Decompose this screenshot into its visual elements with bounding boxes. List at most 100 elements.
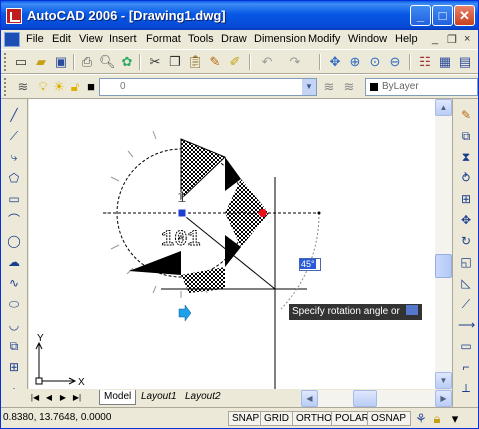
- move-icon[interactable]: ✥: [458, 212, 474, 228]
- tab-last-icon[interactable]: ▶|: [71, 391, 83, 404]
- scroll-right-icon[interactable]: ▶: [435, 390, 452, 407]
- vertical-scrollbar[interactable]: ▲ ▼: [435, 99, 452, 389]
- publish-icon[interactable]: ✿: [119, 54, 135, 70]
- menu-tools[interactable]: Tools: [188, 33, 214, 45]
- autocad-app-icon[interactable]: [6, 8, 22, 24]
- menu-edit[interactable]: Edit: [52, 33, 71, 45]
- title-bar[interactable]: AutoCAD 2006 - [Drawing1.dwg] _ □ ✕: [1, 1, 478, 30]
- offset-icon[interactable]: ⥁: [458, 170, 474, 186]
- save-icon[interactable]: ▣: [53, 54, 69, 70]
- stretch-icon[interactable]: ◺: [458, 275, 474, 291]
- doc-close-button[interactable]: ×: [464, 33, 470, 45]
- menu-view[interactable]: View: [79, 33, 103, 45]
- communication-center-icon[interactable]: ⚘: [413, 411, 429, 427]
- layer-dropdown[interactable]: 0 ▼: [99, 78, 317, 96]
- tab-layout1[interactable]: Layout1: [137, 390, 181, 405]
- grip-cold[interactable]: [177, 208, 187, 218]
- scroll-left-icon[interactable]: ◀: [301, 390, 318, 407]
- redo-icon[interactable]: ↷: [287, 54, 303, 70]
- make-current-icon[interactable]: ≋: [321, 79, 337, 95]
- join-icon[interactable]: ⌐: [458, 359, 474, 375]
- rotate-icon[interactable]: ↻: [458, 233, 474, 249]
- erase-icon[interactable]: ✎: [458, 107, 474, 123]
- plot-preview-icon[interactable]: 🔍︎: [99, 54, 116, 70]
- doc-minimize-button[interactable]: _: [432, 33, 438, 45]
- menu-insert[interactable]: Insert: [109, 33, 137, 45]
- maximize-button[interactable]: □: [432, 5, 453, 26]
- circle-icon[interactable]: ◯: [6, 233, 22, 249]
- new-icon[interactable]: ▭: [13, 54, 29, 70]
- tab-model[interactable]: Model: [99, 390, 137, 405]
- scale-icon[interactable]: ◱: [458, 254, 474, 270]
- horizontal-scrollbar[interactable]: ◀ ▶: [301, 390, 452, 407]
- drawing-canvas[interactable]: 1 101 Y X 45° Specify rotation angle or: [29, 99, 435, 389]
- ortho-toggle[interactable]: ORTHO: [292, 411, 336, 426]
- trim-icon[interactable]: ⟋: [458, 296, 474, 312]
- polygon-icon[interactable]: ⬠: [6, 170, 22, 186]
- rectangle-icon[interactable]: ▭: [6, 191, 22, 207]
- construction-line-icon[interactable]: ⟋: [6, 128, 22, 144]
- scroll-up-icon[interactable]: ▲: [435, 99, 452, 116]
- tab-layout2[interactable]: Layout2: [181, 390, 225, 405]
- mirror-icon[interactable]: ⧗: [458, 149, 474, 165]
- make-block-icon[interactable]: ⊞: [6, 359, 22, 375]
- tab-next-icon[interactable]: ▶: [57, 391, 69, 404]
- menu-window[interactable]: Window: [348, 33, 387, 45]
- scroll-down-icon[interactable]: ▼: [435, 372, 452, 389]
- grid-toggle[interactable]: GRID: [260, 411, 293, 426]
- layer-previous-icon[interactable]: ≋: [341, 79, 357, 95]
- layer-manager-icon[interactable]: ≋: [15, 79, 31, 95]
- dynamic-input-field[interactable]: 45°: [299, 258, 321, 271]
- options-icon[interactable]: [405, 305, 418, 315]
- chamfer-icon[interactable]: ⟂: [458, 380, 474, 396]
- open-icon[interactable]: ▰: [33, 54, 49, 70]
- menu-draw[interactable]: Draw: [221, 33, 247, 45]
- tab-prev-icon[interactable]: ◀: [43, 391, 55, 404]
- menu-file[interactable]: File: [26, 33, 44, 45]
- menu-format[interactable]: Format: [146, 33, 181, 45]
- copy-object-icon[interactable]: ⧉: [458, 128, 474, 144]
- design-center-icon[interactable]: ▦: [437, 54, 453, 70]
- zoom-previous-icon[interactable]: ⊖: [387, 54, 403, 70]
- block-editor-icon[interactable]: ✐: [227, 54, 243, 70]
- hscroll-thumb[interactable]: [353, 390, 377, 407]
- status-menu-icon[interactable]: ▾: [447, 411, 463, 427]
- color-control-dropdown[interactable]: ByLayer: [365, 78, 478, 96]
- spline-icon[interactable]: ∿: [6, 275, 22, 291]
- minimize-button[interactable]: _: [410, 5, 431, 26]
- break-icon[interactable]: ▭: [458, 338, 474, 354]
- snap-toggle[interactable]: SNAP: [228, 411, 264, 426]
- properties-icon[interactable]: ☷: [417, 54, 433, 70]
- array-icon[interactable]: ⊞: [458, 191, 474, 207]
- paste-icon[interactable]: 📋︎: [187, 54, 204, 70]
- menu-dimension[interactable]: Dimension: [254, 33, 306, 45]
- doc-restore-button[interactable]: ❐: [447, 33, 457, 46]
- document-icon[interactable]: [4, 32, 20, 47]
- close-button[interactable]: ✕: [454, 5, 475, 26]
- menu-modify[interactable]: Modify: [308, 33, 340, 45]
- lock-icon[interactable]: 🔒︎: [429, 411, 445, 427]
- tool-palettes-icon[interactable]: ▤: [457, 54, 473, 70]
- ellipse-icon[interactable]: ⬭: [6, 296, 22, 312]
- line-icon[interactable]: ╱: [6, 107, 22, 123]
- chevron-down-icon[interactable]: ▼: [302, 79, 316, 95]
- menu-help[interactable]: Help: [395, 33, 418, 45]
- plot-icon[interactable]: ⎙: [79, 54, 95, 70]
- insert-block-icon[interactable]: ⧉: [6, 338, 22, 354]
- tab-first-icon[interactable]: |◀: [29, 391, 41, 404]
- toolbar-grip[interactable]: [4, 78, 8, 96]
- extend-icon[interactable]: ⟶: [458, 317, 475, 333]
- toolbar-grip[interactable]: [4, 53, 8, 71]
- ellipse-arc-icon[interactable]: ◡: [6, 317, 22, 333]
- scroll-thumb[interactable]: [435, 254, 452, 278]
- arc-icon[interactable]: ⌒: [6, 212, 22, 228]
- match-properties-icon[interactable]: ✎: [207, 54, 223, 70]
- undo-icon[interactable]: ↶: [259, 54, 275, 70]
- osnap-toggle[interactable]: OSNAP: [367, 411, 411, 426]
- zoom-realtime-icon[interactable]: ⊕: [347, 54, 363, 70]
- copy-icon[interactable]: ❐: [167, 54, 183, 70]
- zoom-window-icon[interactable]: ⊙: [367, 54, 383, 70]
- pan-icon[interactable]: ✥: [327, 54, 343, 70]
- revision-cloud-icon[interactable]: ☁: [6, 254, 22, 270]
- cut-icon[interactable]: ✂: [147, 54, 163, 70]
